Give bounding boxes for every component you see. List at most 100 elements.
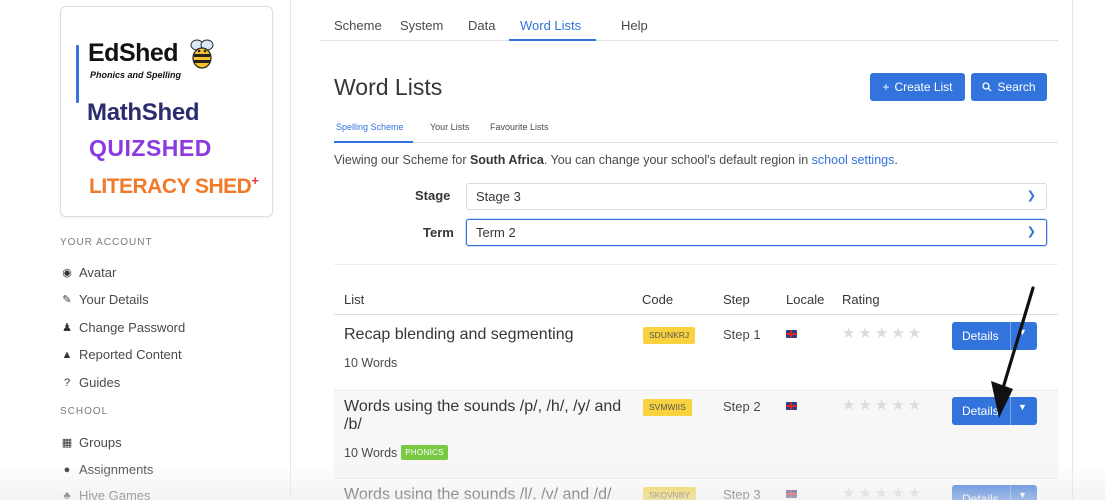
clock-icon: ● bbox=[63, 463, 71, 476]
edshed-logo[interactable]: EdShed bbox=[88, 39, 179, 68]
table-row[interactable]: Recap blending and segmenting SDUNKRJ St… bbox=[334, 315, 1058, 390]
bee-icon bbox=[190, 39, 214, 69]
sidebar-item-label: Guides bbox=[79, 375, 121, 390]
plus-icon: + bbox=[882, 80, 890, 94]
region-info: Viewing our Scheme for South Africa. You… bbox=[334, 153, 898, 167]
word-count: 10 Words PHONICS bbox=[344, 445, 448, 460]
account-heading: YOUR ACCOUNT bbox=[60, 237, 153, 248]
word-count-text: 10 Words bbox=[344, 356, 398, 370]
edshed-subtitle: Phonics and Spelling bbox=[90, 70, 182, 80]
tab-favourite-lists[interactable]: Favourite Lists bbox=[490, 122, 549, 132]
tab-spelling-scheme[interactable]: Spelling Scheme bbox=[336, 122, 404, 132]
details-label: Details bbox=[962, 329, 999, 343]
active-tab-indicator bbox=[509, 39, 596, 41]
stage-value: Stage 3 bbox=[476, 189, 521, 204]
term-value: Term 2 bbox=[476, 225, 516, 240]
stage-select[interactable]: Stage 3 ❯ bbox=[466, 183, 1047, 210]
tab-word-lists[interactable]: Word Lists bbox=[520, 18, 581, 33]
step-value: Step 1 bbox=[723, 327, 761, 342]
step-value: Step 2 bbox=[723, 399, 761, 414]
sidebar-item-guides[interactable]: ? Guides bbox=[60, 375, 120, 390]
school-heading: SCHOOL bbox=[60, 406, 109, 417]
sidebar-item-label: Reported Content bbox=[79, 347, 182, 362]
create-list-label: Create List bbox=[894, 80, 953, 94]
tab-scheme[interactable]: Scheme bbox=[334, 18, 382, 33]
hive-icon: ♣ bbox=[63, 489, 71, 500]
uk-flag-icon bbox=[786, 330, 797, 338]
column-header-code: Code bbox=[642, 292, 674, 307]
chevron-down-icon: ❯ bbox=[1026, 226, 1036, 238]
tab-system[interactable]: System bbox=[400, 18, 443, 33]
term-select[interactable]: Term 2 ❯ bbox=[466, 219, 1047, 246]
list-subtabs: Spelling Scheme Your Lists Favourite Lis… bbox=[334, 116, 1058, 143]
quizshed-logo[interactable]: QUIZSHED bbox=[89, 135, 212, 162]
sidebar-item-label: Your Details bbox=[79, 292, 149, 307]
literacyshed-plus: + bbox=[251, 173, 259, 188]
rating-stars[interactable]: ★★★★★ bbox=[842, 324, 924, 342]
brand-logo-card: EdShed Phonics and Spelling MathShed QUI… bbox=[60, 6, 273, 217]
page: EdShed Phonics and Spelling MathShed QUI… bbox=[0, 0, 1105, 500]
column-header-rating: Rating bbox=[842, 292, 880, 307]
search-button[interactable]: Search bbox=[971, 73, 1047, 101]
user-lock-icon: ♟ bbox=[62, 322, 72, 334]
region-name: South Africa bbox=[469, 153, 544, 167]
content-right-border bbox=[1072, 0, 1073, 500]
user-edit-icon: ✎ bbox=[62, 294, 72, 306]
column-header-list: List bbox=[344, 292, 365, 307]
rating-stars[interactable]: ★★★★★ bbox=[842, 396, 924, 414]
sidebar-item-label: Avatar bbox=[79, 265, 117, 280]
caret-down-icon[interactable]: ▼ bbox=[1018, 327, 1027, 337]
grid-icon: ▦ bbox=[61, 437, 73, 449]
details-button[interactable]: Details ▼ bbox=[952, 322, 1037, 350]
list-title[interactable]: Words using the sounds /l/, /v/ and /d/ bbox=[344, 486, 611, 500]
tab-your-lists[interactable]: Your Lists bbox=[430, 122, 469, 132]
button-separator bbox=[1010, 485, 1011, 500]
active-subtab-indicator bbox=[334, 141, 413, 143]
tab-data[interactable]: Data bbox=[468, 18, 495, 33]
rating-stars[interactable]: ★★★★★ bbox=[842, 484, 924, 500]
details-label: Details bbox=[962, 492, 999, 500]
list-title[interactable]: Recap blending and segmenting bbox=[344, 326, 574, 344]
active-brand-indicator bbox=[76, 45, 79, 103]
button-separator bbox=[1010, 397, 1011, 425]
search-icon bbox=[982, 82, 992, 92]
sidebar-item-groups[interactable]: ▦ Groups bbox=[60, 435, 122, 450]
caret-down-icon[interactable]: ▼ bbox=[1018, 402, 1027, 412]
sidebar-item-assignments[interactable]: ● Assignments bbox=[60, 462, 154, 477]
table-row[interactable]: Words using the sounds /p/, /h/, /y/ and… bbox=[334, 391, 1058, 478]
sidebar-item-hive-games[interactable]: ♣ Hive Games bbox=[60, 488, 151, 500]
stage-label: Stage bbox=[415, 188, 451, 203]
phonics-tag: PHONICS bbox=[401, 445, 448, 460]
caret-down-icon[interactable]: ▼ bbox=[1018, 490, 1027, 500]
section-divider bbox=[334, 264, 1058, 265]
word-count-text: 10 Words bbox=[344, 445, 398, 460]
sidebar-item-avatar[interactable]: ◉ Avatar bbox=[60, 265, 116, 280]
table-row[interactable]: Words using the sounds /l/, /v/ and /d/ … bbox=[334, 479, 1058, 500]
column-header-step: Step bbox=[723, 292, 750, 307]
sidebar-item-label: Assignments bbox=[79, 462, 154, 477]
create-list-button[interactable]: + Create List bbox=[870, 73, 965, 101]
uk-flag-icon bbox=[786, 490, 797, 498]
code-badge: SKQVNBY bbox=[643, 487, 697, 500]
code-badge: SDUNKRJ bbox=[643, 327, 696, 344]
user-circle-icon: ◉ bbox=[62, 267, 72, 279]
details-button[interactable]: Details ▼ bbox=[952, 397, 1037, 425]
sidebar-item-reported-content[interactable]: ▲ Reported Content bbox=[60, 347, 182, 362]
literacyshed-logo[interactable]: LITERACY SHED+ bbox=[89, 173, 259, 199]
tab-help[interactable]: Help bbox=[621, 18, 648, 33]
sidebar-divider bbox=[290, 0, 291, 500]
info-middle: . You can change your school's default r… bbox=[543, 153, 812, 167]
mathshed-logo[interactable]: MathShed bbox=[87, 99, 200, 127]
top-nav: Scheme System Data Word Lists Help bbox=[320, 0, 1058, 41]
info-prefix: Viewing our Scheme for bbox=[334, 153, 470, 167]
details-button[interactable]: Details ▼ bbox=[952, 485, 1037, 500]
chevron-down-icon: ❯ bbox=[1026, 190, 1036, 202]
school-settings-link[interactable]: school settings bbox=[812, 153, 895, 167]
term-label: Term bbox=[423, 225, 454, 240]
list-title[interactable]: Words using the sounds /p/, /h/, /y/ and… bbox=[344, 398, 624, 434]
details-label: Details bbox=[962, 404, 999, 418]
sidebar-item-change-password[interactable]: ♟ Change Password bbox=[60, 320, 185, 335]
sidebar-item-your-details[interactable]: ✎ Your Details bbox=[60, 292, 149, 307]
sidebar-item-label: Hive Games bbox=[79, 488, 151, 500]
button-separator bbox=[1010, 322, 1011, 350]
